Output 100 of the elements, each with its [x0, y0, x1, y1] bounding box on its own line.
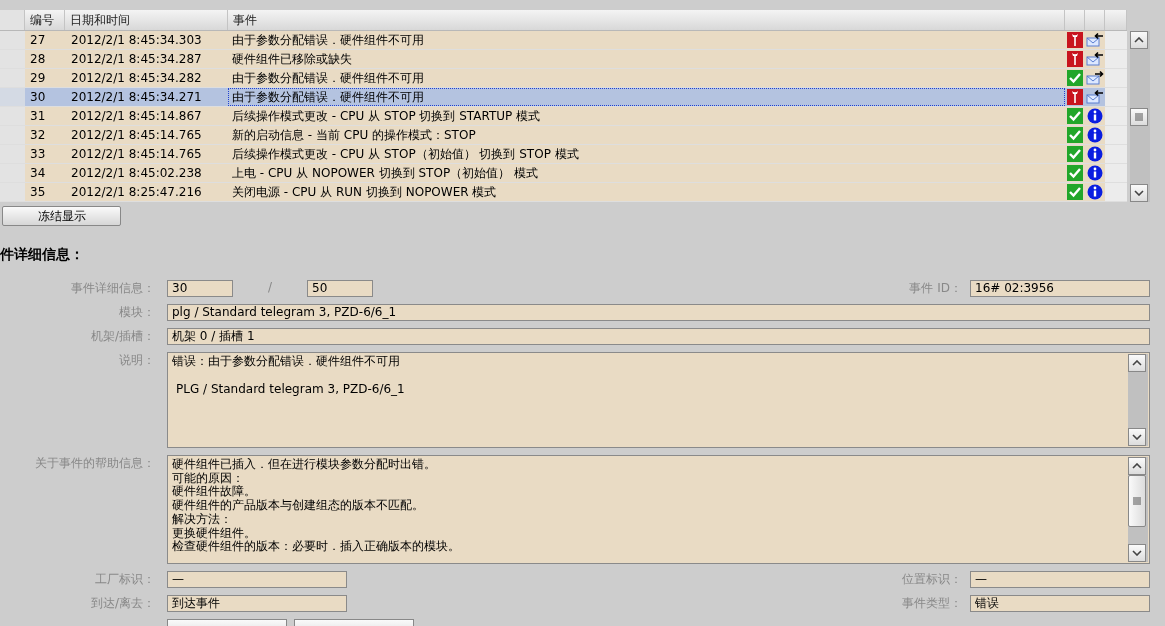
table-row[interactable]: 33 2012/2/1 8:45:14.765 后续操作模式更改 - CPU 从 STOP（初始值） 切换到 STOP 模式 [0, 145, 1127, 164]
field-label: 事件类型： [902, 595, 962, 612]
table-row[interactable]: 30 2012/2/1 8:45:34.271 由于参数分配错误．硬件组件不可用 [0, 88, 1127, 107]
scroll-thumb[interactable] [1130, 107, 1148, 126]
field-label: 说明： [118, 352, 155, 369]
column-header[interactable]: 事件 [228, 10, 1065, 30]
chevron-down-icon [1132, 550, 1142, 556]
scroll-up-button[interactable] [1128, 354, 1146, 372]
table-cell: 新的启动信息 - 当前 CPU 的操作模式：STOP [228, 126, 1065, 144]
table-cell: 后续操作模式更改 - CPU 从 STOP 切换到 STARTUP 模式 [228, 107, 1065, 125]
table-cell: 2012/2/1 8:45:14.765 [65, 126, 228, 144]
table-row[interactable]: 28 2012/2/1 8:45:34.287 硬件组件已移除或缺失 [0, 50, 1127, 69]
table-cell: 上电 - CPU 从 NOPOWER 切换到 STOP（初始值） 模式 [228, 164, 1065, 182]
check-icon [1067, 108, 1083, 124]
chevron-up-icon [1134, 37, 1144, 43]
scrollbar[interactable] [1128, 354, 1148, 446]
check-icon [1067, 146, 1083, 162]
table-cell: 33 [25, 145, 65, 163]
field-label: 到达/离去： [89, 595, 155, 612]
table-cell: 28 [25, 50, 65, 68]
field-label: 事件详细信息： [70, 280, 155, 297]
table-row[interactable]: 29 2012/2/1 8:45:34.282 由于参数分配错误．硬件组件不可用 [0, 69, 1127, 88]
input-field[interactable]: 30 [167, 280, 233, 297]
check-icon [1067, 165, 1083, 181]
table-cell: 27 [25, 31, 65, 49]
field-label: 关于事件的帮助信息： [34, 455, 155, 472]
help-text: 硬件组件已插入．但在进行模块参数分配时出错。 可能的原因： 硬件组件故障。 硬件组件的产品版本与创建组态的版本不匹配。 解决方法： 更换硬件组件。 检查硬件组件的版本：必要时．插入正确版本的模块。 [171, 456, 461, 556]
description-text: PLG / Standard telegram 3, PZD-6/6_1 [175, 382, 406, 397]
table-cell: 31 [25, 107, 65, 125]
input-field[interactable]: — [167, 571, 347, 588]
input-field[interactable]: plg / Standard telegram 3, PZD-6/6_1 [167, 304, 1150, 321]
scroll-down-button[interactable] [1128, 428, 1146, 446]
table-cell: 2012/2/1 8:45:14.765 [65, 145, 228, 163]
table-cell: 2012/2/1 8:45:34.282 [65, 69, 228, 87]
grip-icon [1132, 497, 1142, 505]
description-text: 错误：由于参数分配错误．硬件组件不可用 [172, 355, 401, 369]
input-field[interactable]: 机架 0 / 插槽 1 [167, 328, 1150, 345]
table-cell: 2012/2/1 8:45:34.303 [65, 31, 228, 49]
table-cell: 2012/2/1 8:45:02.238 [65, 164, 228, 182]
input-field[interactable]: 16# 02:3956 [970, 280, 1150, 297]
envelope-arrow-icon [1086, 89, 1104, 105]
table-cell: 34 [25, 164, 65, 182]
field-label: 事件 ID： [909, 280, 962, 297]
table-cell: 2012/2/1 8:45:34.287 [65, 50, 228, 68]
table-row[interactable]: 34 2012/2/1 8:45:02.238 上电 - CPU 从 NOPOWER 切换到 STOP（初始值） 模式 [0, 164, 1127, 183]
column-header[interactable]: 编号 [25, 10, 65, 30]
separator-text: / [266, 280, 273, 294]
input-field[interactable]: 到达事件 [167, 595, 347, 612]
envelope-arrow-icon [1086, 32, 1104, 48]
table-cell: 35 [25, 183, 65, 201]
table-cell: 2012/2/1 8:45:14.867 [65, 107, 228, 125]
input-field[interactable]: 50 [307, 280, 373, 297]
input-field[interactable]: 错误 [970, 595, 1150, 612]
scroll-thumb[interactable] [1128, 475, 1146, 527]
table-row[interactable]: 31 2012/2/1 8:45:14.867 后续操作模式更改 - CPU 从 STOP 切换到 STARTUP 模式 [0, 107, 1127, 126]
wrench-icon [1067, 89, 1083, 105]
grip-icon [1134, 112, 1144, 121]
info-icon [1087, 184, 1103, 200]
scroll-up-button[interactable] [1128, 457, 1146, 475]
field-label: 工厂标识： [94, 571, 155, 588]
table-cell: 由于参数分配错误．硬件组件不可用 [228, 69, 1065, 87]
info-icon [1087, 146, 1103, 162]
scroll-down-button[interactable] [1130, 184, 1148, 202]
table-row[interactable]: 32 2012/2/1 8:45:14.765 新的启动信息 - 当前 CPU 的操作模式：STOP [0, 126, 1127, 145]
scroll-down-button[interactable] [1128, 544, 1146, 562]
table-cell: 30 [25, 88, 65, 106]
wrench-icon [1067, 51, 1083, 67]
table-cell: 关闭电源 - CPU 从 RUN 切换到 NOPOWER 模式 [228, 183, 1065, 201]
check-icon [1067, 184, 1083, 200]
column-header[interactable]: 日期和时间 [65, 10, 228, 30]
scrollbar[interactable] [1130, 31, 1150, 202]
info-icon [1087, 165, 1103, 181]
check-icon [1067, 70, 1083, 86]
envelope-arrow-icon [1086, 70, 1104, 86]
table-cell: 29 [25, 69, 65, 87]
scroll-up-button[interactable] [1130, 31, 1148, 49]
table-cell: 硬件组件已移除或缺失 [228, 50, 1065, 68]
table-cell: 2012/2/1 8:25:47.216 [65, 183, 228, 201]
field-label: 机架/插槽： [89, 328, 155, 345]
chevron-down-icon [1134, 190, 1144, 196]
table-row[interactable]: 35 2012/2/1 8:25:47.216 关闭电源 - CPU 从 RUN 切换到 NOPOWER 模式 [0, 183, 1127, 202]
envelope-arrow-icon [1086, 51, 1104, 67]
info-icon [1087, 127, 1103, 143]
chevron-up-icon [1132, 463, 1142, 469]
input-field[interactable]: — [970, 571, 1150, 588]
scrollbar[interactable] [1128, 457, 1148, 562]
wrench-icon [1067, 32, 1083, 48]
field-label: 模块： [118, 304, 155, 321]
table-cell: 由于参数分配错误．硬件组件不可用 [228, 88, 1065, 106]
freeze-display-button[interactable]: 冻结显示 [2, 206, 121, 226]
table-cell: 由于参数分配错误．硬件组件不可用 [228, 31, 1065, 49]
check-icon [1067, 127, 1083, 143]
table-row[interactable]: 27 2012/2/1 8:45:34.303 由于参数分配错误．硬件组件不可用 [0, 31, 1127, 50]
table-cell: 后续操作模式更改 - CPU 从 STOP（初始值） 切换到 STOP 模式 [228, 145, 1065, 163]
table-cell: 2012/2/1 8:45:34.271 [65, 88, 228, 106]
chevron-down-icon [1132, 434, 1142, 440]
field-label: 位置标识： [902, 571, 962, 588]
chevron-up-icon [1132, 360, 1142, 366]
table-cell: 32 [25, 126, 65, 144]
info-icon [1087, 108, 1103, 124]
